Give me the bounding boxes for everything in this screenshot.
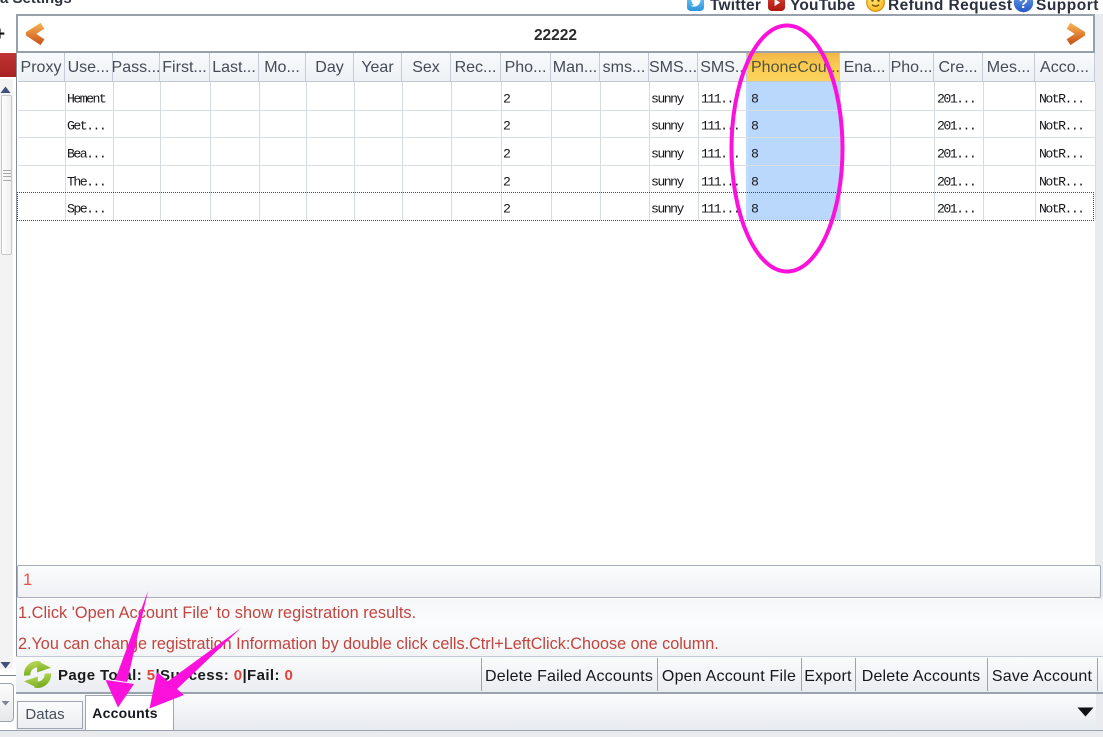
svg-text:?: ?	[1019, 0, 1028, 12]
